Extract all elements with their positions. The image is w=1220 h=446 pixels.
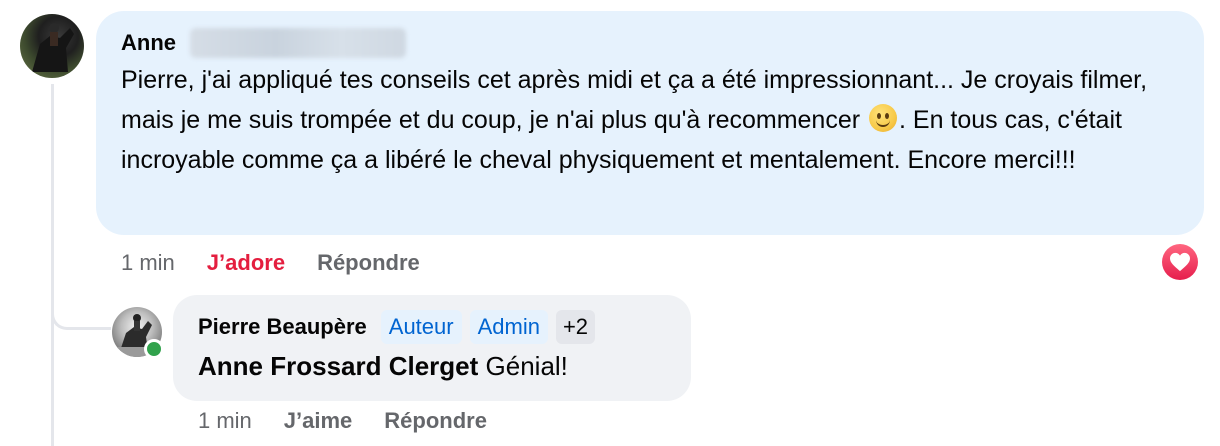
avatar[interactable] — [20, 14, 84, 78]
reply-button[interactable]: Répondre — [384, 408, 487, 434]
author-name[interactable]: Anne — [121, 30, 176, 56]
reply-body: Génial! — [478, 351, 568, 381]
slightly-smiling-face-icon — [869, 104, 898, 132]
love-reaction-button[interactable]: J’adore — [207, 250, 285, 276]
heart-icon[interactable] — [1162, 244, 1198, 280]
mention-link[interactable]: Anne Frossard Clerget — [198, 351, 478, 381]
online-status-indicator — [144, 339, 164, 359]
heart-glyph-icon — [1170, 252, 1190, 272]
reply-actions: 1 min J’aime Répondre — [198, 406, 487, 436]
reply-text: Anne Frossard Clerget Génial! — [198, 348, 568, 384]
reply-author-name[interactable]: Pierre Beaupère — [198, 314, 367, 340]
more-badges-button[interactable]: +2 — [555, 310, 596, 344]
author-badge[interactable]: Auteur — [380, 310, 462, 344]
comment-author: Anne — [121, 28, 406, 58]
redacted-surname — [190, 28, 406, 58]
horse-rider-photo-icon — [32, 23, 74, 72]
admin-badge[interactable]: Admin — [469, 310, 548, 344]
comment-actions: 1 min J’adore Répondre — [121, 248, 420, 278]
reply-timestamp[interactable]: 1 min — [198, 408, 252, 434]
like-button[interactable]: J’aime — [284, 408, 353, 434]
thread-line — [51, 84, 54, 446]
thread-connector — [51, 280, 111, 330]
reply-header: Pierre Beaupère Auteur Admin +2 — [198, 309, 596, 345]
reply-button[interactable]: Répondre — [317, 250, 420, 276]
comment-text: Pierre, j'ai appliqué tes conseils cet a… — [121, 60, 1191, 180]
comment-timestamp[interactable]: 1 min — [121, 250, 175, 276]
